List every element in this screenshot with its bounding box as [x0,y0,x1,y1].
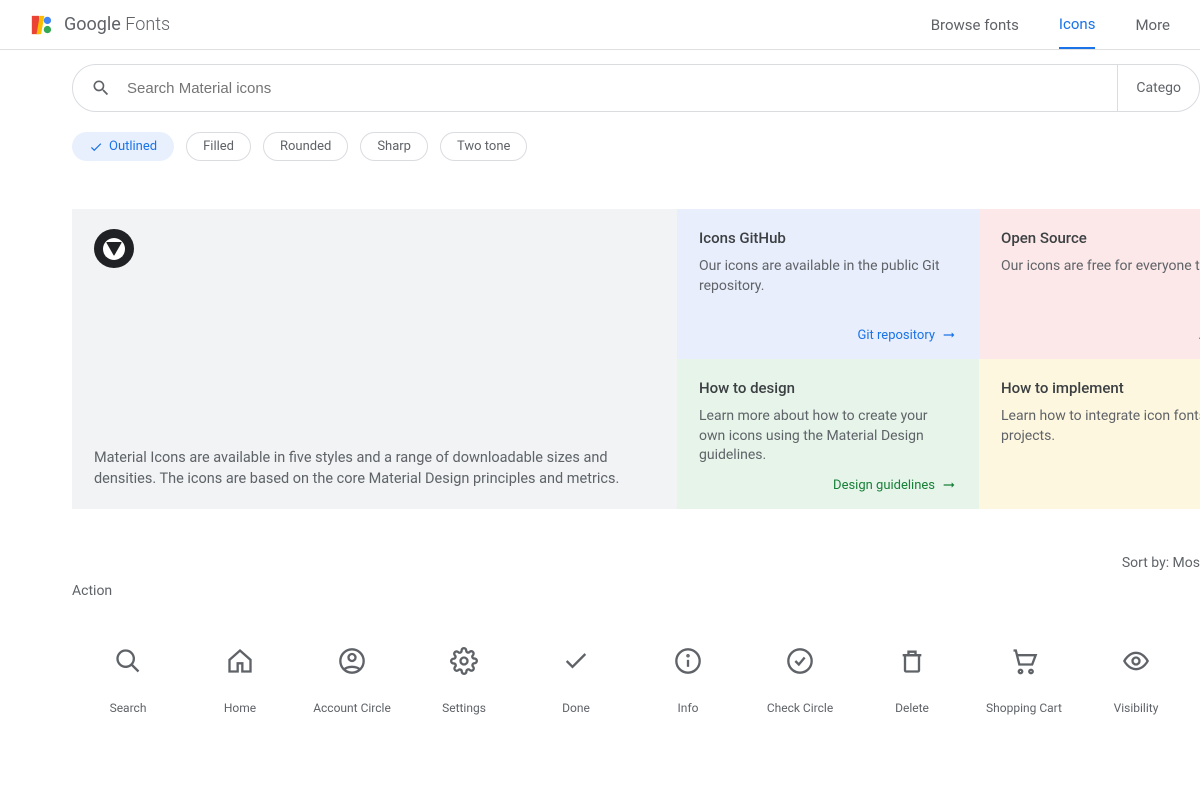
arrow-right-icon [941,477,957,493]
delete-icon [898,647,926,675]
card-github: Icons GitHub Our icons are available in … [677,209,979,359]
card-implement: How to implement Learn how to integrate … [979,359,1200,509]
chip-rounded[interactable]: Rounded [263,132,348,161]
chip-filled[interactable]: Filled [186,132,251,161]
nav-icons[interactable]: Icons [1059,1,1096,49]
card-design: How to design Learn more about how to cr… [677,359,979,509]
icon-shopping-cart[interactable]: Shopping Cart [968,629,1080,739]
icon-account-circle[interactable]: Account Circle [296,629,408,739]
visibility-icon [1122,647,1150,675]
card-impl-body: Learn how to integrate icon fonts projec… [1001,407,1200,446]
check-circle-icon [786,647,814,675]
category-heading: Action [72,583,1200,599]
sort-dropdown[interactable]: Sort by: Mos [1122,555,1200,571]
card-github-title: Icons GitHub [699,229,957,247]
shopping-cart-icon [1010,647,1038,675]
settings-icon [450,647,478,675]
card-open-body: Our icons are free for everyone t [1001,257,1200,277]
card-impl-title: How to implement [1001,379,1200,397]
card-open-title: Open Source [1001,229,1200,247]
search-icon [91,78,111,98]
top-nav: Browse fonts Icons More [931,1,1170,49]
card-main: Material Icons are available in five sty… [72,209,677,509]
icon-visibility[interactable]: Visibility [1080,629,1192,739]
icon-delete[interactable]: Delete [856,629,968,739]
icon-settings[interactable]: Settings [408,629,520,739]
icon-check-circle[interactable]: Check Circle [744,629,856,739]
icon-home[interactable]: Home [184,629,296,739]
icon-info[interactable]: Info [632,629,744,739]
sort-row: Sort by: Mos [72,555,1200,571]
home-icon [226,647,254,675]
check-icon [89,140,103,154]
logo[interactable]: Google Fonts [30,14,170,36]
nav-more[interactable]: More [1135,2,1170,48]
card-open-source: Open Source Our icons are free for every… [979,209,1200,359]
icon-search[interactable]: Search [72,629,184,739]
style-chips: Outlined Filled Rounded Sharp Two tone [0,112,1200,161]
logo-mark-icon [30,14,52,36]
search-input-wrap[interactable] [73,65,1118,111]
material-design-icon [94,229,134,268]
done-icon [562,647,590,675]
chip-two-tone[interactable]: Two tone [440,132,527,161]
info-icon [674,647,702,675]
chip-outlined[interactable]: Outlined [72,132,174,161]
icon-grid: Search Home Account Circle Settings Done… [72,629,1200,739]
arrow-right-icon [941,327,957,343]
icon-done[interactable]: Done [520,629,632,739]
card-github-body: Our icons are available in the public Gi… [699,257,957,296]
search-icon [114,647,142,675]
card-design-body: Learn more about how to create your own … [699,407,957,466]
info-cards: Material Icons are available in five sty… [72,209,1200,509]
logo-text: Google Fonts [64,14,170,35]
card-main-body: Material Icons are available in five sty… [94,268,655,489]
category-dropdown[interactable]: Catego [1118,65,1199,111]
nav-browse-fonts[interactable]: Browse fonts [931,2,1019,48]
search-input[interactable] [127,80,1099,97]
card-design-link[interactable]: Design guidelines [833,477,957,493]
card-design-title: How to design [699,379,957,397]
header: Google Fonts Browse fonts Icons More [0,0,1200,50]
chip-sharp[interactable]: Sharp [360,132,428,161]
account-circle-icon [338,647,366,675]
card-github-link[interactable]: Git repository [858,327,957,343]
search-bar: Catego [72,64,1200,112]
